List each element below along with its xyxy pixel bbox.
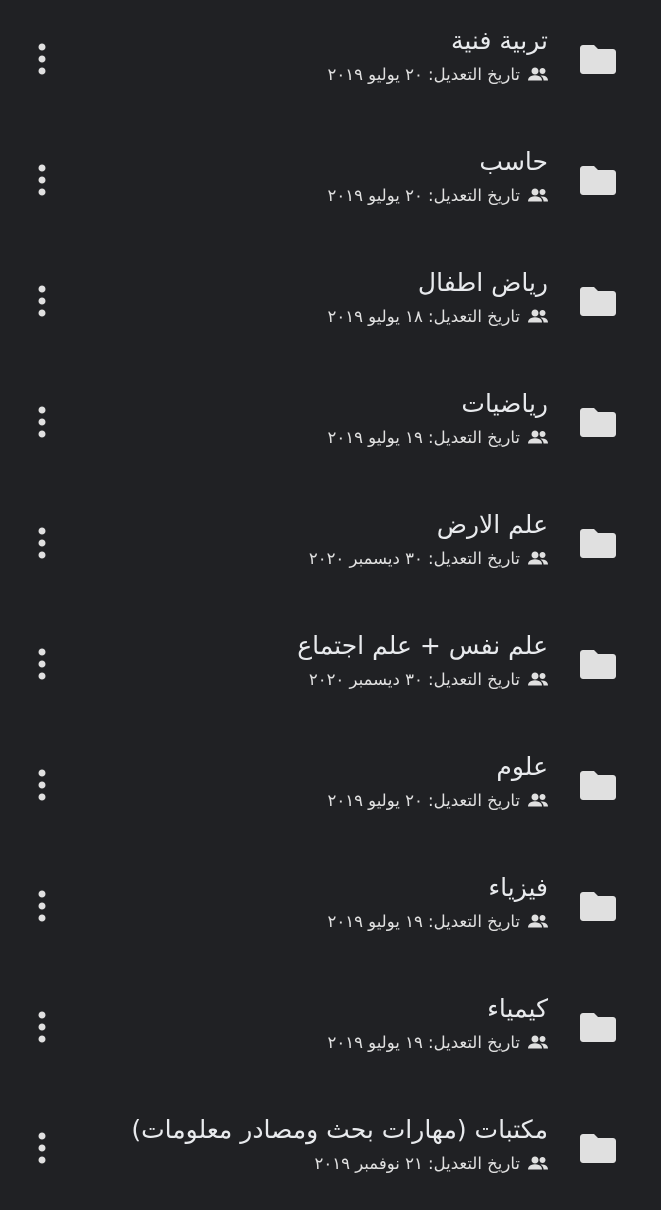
more-vert-icon[interactable] xyxy=(24,760,60,810)
folder-icon xyxy=(580,286,616,316)
folder-icon xyxy=(580,649,616,679)
shared-people-icon xyxy=(528,793,548,807)
folder-row[interactable]: حاسب تاريخ التعديل: ٢٠ يوليو ٢٠١٩ xyxy=(0,121,661,242)
folder-row[interactable]: كيمياء تاريخ التعديل: ١٩ يوليو ٢٠١٩ xyxy=(0,968,661,1089)
shared-people-icon xyxy=(528,309,548,323)
folder-icon xyxy=(580,44,616,74)
folder-meta: تاريخ التعديل: ١٩ يوليو ٢٠١٩ xyxy=(88,1031,548,1055)
modified-date: تاريخ التعديل: ٣٠ ديسمبر ٢٠٢٠ xyxy=(308,549,520,568)
more-vert-icon[interactable] xyxy=(24,518,60,568)
shared-people-icon xyxy=(528,1156,548,1170)
folder-icon xyxy=(580,1012,616,1042)
folder-title: كيمياء xyxy=(487,994,548,1023)
folder-meta: تاريخ التعديل: ٣٠ ديسمبر ٢٠٢٠ xyxy=(88,668,548,692)
more-vert-icon[interactable] xyxy=(24,276,60,326)
shared-people-icon xyxy=(528,914,548,928)
folder-row[interactable]: علوم تاريخ التعديل: ٢٠ يوليو ٢٠١٩ xyxy=(0,726,661,847)
shared-people-icon xyxy=(528,1035,548,1049)
shared-people-icon xyxy=(528,67,548,81)
folder-title: علم نفس + علم اجتماع xyxy=(297,631,548,660)
folder-text: كيمياء تاريخ التعديل: ١٩ يوليو ٢٠١٩ xyxy=(88,990,548,1055)
folder-text: فيزياء تاريخ التعديل: ١٩ يوليو ٢٠١٩ xyxy=(88,869,548,934)
folder-icon xyxy=(580,770,616,800)
folder-meta: تاريخ التعديل: ٢١ نوفمبر ٢٠١٩ xyxy=(88,1152,548,1176)
folder-icon xyxy=(580,528,616,558)
folder-title: علم الارض xyxy=(436,510,548,539)
folder-row[interactable]: علم نفس + علم اجتماع تاريخ التعديل: ٣٠ د… xyxy=(0,605,661,726)
folder-meta: تاريخ التعديل: ٢٠ يوليو ٢٠١٩ xyxy=(88,63,548,87)
modified-date: تاريخ التعديل: ٢١ نوفمبر ٢٠١٩ xyxy=(314,1154,521,1173)
shared-people-icon xyxy=(528,551,548,565)
modified-date: تاريخ التعديل: ٣٠ ديسمبر ٢٠٢٠ xyxy=(308,670,520,689)
folder-title: علوم xyxy=(496,752,548,781)
more-vert-icon[interactable] xyxy=(24,397,60,447)
more-vert-icon[interactable] xyxy=(24,881,60,931)
folder-icon xyxy=(580,891,616,921)
folder-meta: تاريخ التعديل: ٢٠ يوليو ٢٠١٩ xyxy=(88,184,548,208)
shared-people-icon xyxy=(528,430,548,444)
shared-people-icon xyxy=(528,672,548,686)
folder-text: علم نفس + علم اجتماع تاريخ التعديل: ٣٠ د… xyxy=(88,627,548,692)
folder-text: تربية فنية تاريخ التعديل: ٢٠ يوليو ٢٠١٩ xyxy=(88,22,548,87)
folder-text: رياض اطفال تاريخ التعديل: ١٨ يوليو ٢٠١٩ xyxy=(88,264,548,329)
folder-row[interactable]: فيزياء تاريخ التعديل: ١٩ يوليو ٢٠١٩ xyxy=(0,847,661,968)
folder-icon xyxy=(580,407,616,437)
folder-meta: تاريخ التعديل: ١٨ يوليو ٢٠١٩ xyxy=(88,305,548,329)
folder-text: علوم تاريخ التعديل: ٢٠ يوليو ٢٠١٩ xyxy=(88,748,548,813)
folder-meta: تاريخ التعديل: ١٩ يوليو ٢٠١٩ xyxy=(88,426,548,450)
more-vert-icon[interactable] xyxy=(24,639,60,689)
folder-title: حاسب xyxy=(479,147,548,176)
folder-text: مكتبات (مهارات بحث ومصادر معلومات) تاريخ… xyxy=(88,1111,548,1176)
folder-row[interactable]: مكتبات (مهارات بحث ومصادر معلومات) تاريخ… xyxy=(0,1089,661,1210)
modified-date: تاريخ التعديل: ٢٠ يوليو ٢٠١٩ xyxy=(327,65,520,84)
folder-meta: تاريخ التعديل: ٣٠ ديسمبر ٢٠٢٠ xyxy=(88,547,548,571)
folder-icon xyxy=(580,165,616,195)
folder-title: تربية فنية xyxy=(450,26,548,55)
folder-list: تربية فنية تاريخ التعديل: ٢٠ يوليو ٢٠١٩ … xyxy=(0,0,661,1200)
folder-title: رياضيات xyxy=(461,389,548,418)
folder-row[interactable]: رياض اطفال تاريخ التعديل: ١٨ يوليو ٢٠١٩ xyxy=(0,242,661,363)
folder-meta: تاريخ التعديل: ١٩ يوليو ٢٠١٩ xyxy=(88,910,548,934)
modified-date: تاريخ التعديل: ١٩ يوليو ٢٠١٩ xyxy=(327,428,520,447)
folder-title: مكتبات (مهارات بحث ومصادر معلومات) xyxy=(131,1115,548,1144)
folder-text: علم الارض تاريخ التعديل: ٣٠ ديسمبر ٢٠٢٠ xyxy=(88,506,548,571)
folder-meta: تاريخ التعديل: ٢٠ يوليو ٢٠١٩ xyxy=(88,789,548,813)
modified-date: تاريخ التعديل: ١٨ يوليو ٢٠١٩ xyxy=(327,307,520,326)
modified-date: تاريخ التعديل: ٢٠ يوليو ٢٠١٩ xyxy=(327,791,520,810)
modified-date: تاريخ التعديل: ٢٠ يوليو ٢٠١٩ xyxy=(327,186,520,205)
folder-row[interactable]: تربية فنية تاريخ التعديل: ٢٠ يوليو ٢٠١٩ xyxy=(0,0,661,121)
more-vert-icon[interactable] xyxy=(24,34,60,84)
shared-people-icon xyxy=(528,188,548,202)
more-vert-icon[interactable] xyxy=(24,1002,60,1052)
modified-date: تاريخ التعديل: ١٩ يوليو ٢٠١٩ xyxy=(327,912,520,931)
folder-row[interactable]: رياضيات تاريخ التعديل: ١٩ يوليو ٢٠١٩ xyxy=(0,363,661,484)
more-vert-icon[interactable] xyxy=(24,155,60,205)
folder-title: فيزياء xyxy=(488,873,548,902)
more-vert-icon[interactable] xyxy=(24,1123,60,1173)
folder-text: رياضيات تاريخ التعديل: ١٩ يوليو ٢٠١٩ xyxy=(88,385,548,450)
modified-date: تاريخ التعديل: ١٩ يوليو ٢٠١٩ xyxy=(327,1033,520,1052)
folder-row[interactable]: علم الارض تاريخ التعديل: ٣٠ ديسمبر ٢٠٢٠ xyxy=(0,484,661,605)
folder-title: رياض اطفال xyxy=(417,268,548,297)
folder-text: حاسب تاريخ التعديل: ٢٠ يوليو ٢٠١٩ xyxy=(88,143,548,208)
folder-icon xyxy=(580,1133,616,1163)
